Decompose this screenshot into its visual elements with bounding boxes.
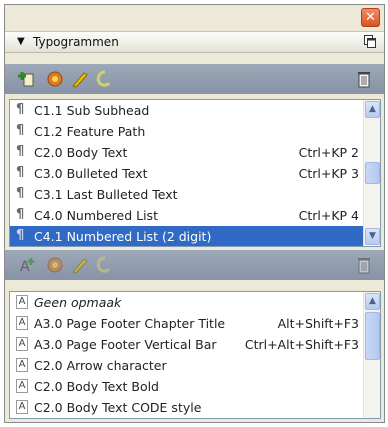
delete-style-icon[interactable]: [354, 70, 374, 88]
style-name: C4.0 Numbered List: [34, 208, 158, 223]
character-style-icon: A: [16, 379, 28, 393]
paragraph-styles-list[interactable]: ¶ C1.1 Sub Subhead ¶ C1.2 Feature Path ¶ C2.0…: [9, 99, 381, 247]
style-name: C2.0 Body Text: [34, 145, 128, 160]
style-shortcut: Ctrl+KP 4: [298, 208, 359, 223]
character-styles-list[interactable]: A Geen opmaak A A3.0 Page Footer Chapter Ti…: [9, 291, 381, 419]
paragraph-style-icon: ¶: [16, 144, 25, 159]
paragraph-style-icon: ¶: [16, 207, 25, 222]
character-style-icon: A: [16, 400, 28, 414]
paragraph-style-icon: ¶: [16, 165, 25, 180]
style-name: C3.0 Bulleted Text: [34, 166, 148, 181]
list-item[interactable]: ¶ C4.0 Numbered List Ctrl+KP 4: [10, 205, 363, 226]
edit-style-icon[interactable]: [69, 70, 89, 88]
panel-title: Typogrammen: [33, 35, 119, 49]
new-style-icon[interactable]: A: [17, 256, 37, 274]
style-name: C1.2 Feature Path: [34, 124, 146, 139]
character-style-icon: A: [16, 295, 28, 309]
style-name: Geen opmaak: [34, 295, 122, 310]
close-button[interactable]: ✕: [361, 8, 380, 27]
character-style-icon: A: [16, 316, 28, 330]
new-style-icon[interactable]: [17, 70, 37, 88]
scroll-thumb[interactable]: [365, 312, 380, 360]
clear-overrides-icon[interactable]: [93, 70, 113, 88]
scroll-down-button[interactable]: ▼: [365, 228, 380, 245]
list-item[interactable]: A C2.0 Body Text Bold: [10, 376, 363, 397]
character-styles-toolbar: A: [5, 250, 384, 280]
clear-overrides-icon[interactable]: [93, 256, 113, 274]
list-item[interactable]: A C2.0 Body Text CODE style: [10, 397, 363, 418]
list-item[interactable]: ¶ C2.0 Body Text Ctrl+KP 2: [10, 142, 363, 163]
paragraph-style-icon: ¶: [16, 123, 25, 138]
scroll-up-button[interactable]: ▲: [365, 101, 380, 118]
list-item[interactable]: A A3.0 Page Footer Vertical Bar Ctrl+Alt+S…: [10, 334, 363, 355]
paragraph-style-icon: ¶: [16, 186, 25, 201]
list-item[interactable]: ¶ C3.1 Last Bulleted Text: [10, 184, 363, 205]
style-shortcut: Ctrl+Alt+Shift+F3: [244, 337, 359, 352]
style-name: C3.1 Last Bulleted Text: [34, 187, 178, 202]
paragraph-style-icon: ¶: [16, 102, 25, 117]
edit-style-icon[interactable]: [69, 256, 89, 274]
character-style-icon: A: [16, 358, 28, 372]
style-shortcut: Ctrl+KP 2: [298, 145, 359, 160]
style-name: A3.0 Page Footer Vertical Bar: [34, 337, 217, 352]
character-list-scrollbar[interactable]: ▲: [363, 292, 380, 418]
list-item[interactable]: ¶ C4.1 Numbered List (2 digit): [10, 226, 363, 246]
style-name: C2.0 Body Text CODE style: [34, 400, 202, 415]
list-item[interactable]: ¶ C3.0 Bulleted Text Ctrl+KP 3: [10, 163, 363, 184]
style-name: C2.0 Arrow character: [34, 358, 167, 373]
style-name: A3.0 Page Footer Chapter Title: [34, 316, 226, 331]
style-shortcut: Ctrl+KP 3: [298, 166, 359, 181]
style-shortcut: Alt+Shift+F3: [277, 316, 359, 331]
style-name: C4.1 Numbered List (2 digit): [34, 229, 212, 244]
load-styles-icon[interactable]: [45, 70, 65, 88]
scroll-up-button[interactable]: ▲: [365, 293, 380, 310]
list-item[interactable]: A C2.0 Arrow character: [10, 355, 363, 376]
list-item[interactable]: A A3.0 Page Footer Chapter Title Alt+Shift…: [10, 313, 363, 334]
floating-titlebar[interactable]: ✕: [5, 5, 384, 30]
load-styles-icon[interactable]: [45, 256, 65, 274]
collapse-triangle-icon[interactable]: ▼: [17, 36, 25, 47]
panel-header[interactable]: ▼ Typogrammen: [5, 31, 384, 53]
list-item[interactable]: ¶ C1.1 Sub Subhead: [10, 100, 363, 121]
style-name: C2.0 Body Text Bold: [34, 379, 159, 394]
paragraph-styles-toolbar: [5, 64, 384, 94]
style-name: C1.1 Sub Subhead: [34, 103, 150, 118]
character-style-icon: A: [16, 337, 28, 351]
delete-style-icon[interactable]: [354, 256, 374, 274]
scroll-thumb[interactable]: [365, 162, 380, 184]
paragraph-list-scrollbar[interactable]: ▲ ▼: [363, 100, 380, 246]
styles-panel-window: ✕ ▼ Typogrammen ¶ C1.1 Sub Subhead ¶ C1.…: [4, 4, 385, 423]
list-item[interactable]: A Geen opmaak: [10, 292, 363, 313]
list-item[interactable]: ¶ C1.2 Feature Path: [10, 121, 363, 142]
paragraph-style-icon: ¶: [16, 228, 25, 243]
panel-menu-icon[interactable]: [364, 35, 376, 48]
